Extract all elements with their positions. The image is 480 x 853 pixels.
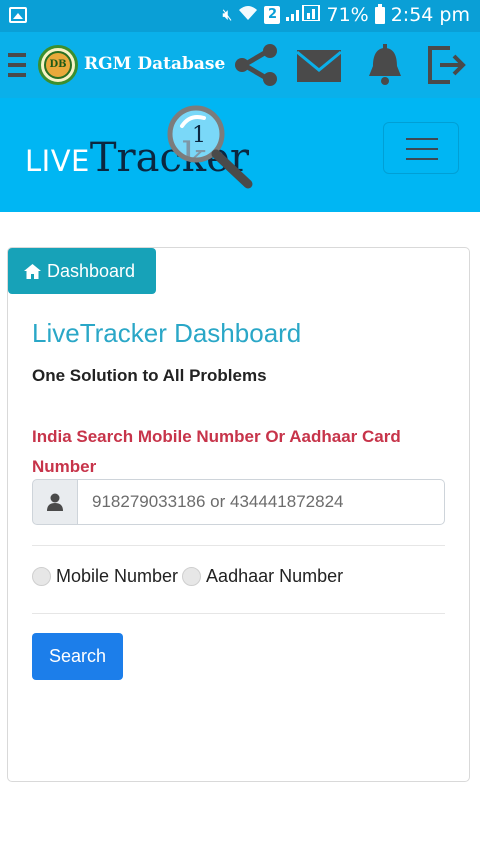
- mail-icon[interactable]: [295, 44, 343, 86]
- sim-indicator: 2: [264, 6, 281, 24]
- search-input[interactable]: [78, 479, 445, 525]
- page-title: LiveTracker Dashboard: [32, 318, 302, 348]
- logo-text: DB: [44, 51, 72, 79]
- app-bar: DB RGM Database: [0, 32, 480, 98]
- exit-icon[interactable]: [426, 44, 468, 86]
- battery-icon: [374, 3, 385, 24]
- clock: 2:54 pm: [390, 4, 470, 26]
- radio-aadhaar-number[interactable]: [182, 567, 202, 586]
- dashboard-tab[interactable]: Dashboard: [8, 248, 156, 294]
- divider: [32, 613, 445, 614]
- dashboard-tab-label: Dashboard: [47, 260, 136, 281]
- user-icon: [32, 479, 78, 525]
- navbar-toggle-button[interactable]: [383, 122, 459, 174]
- app-logo: DB: [38, 45, 78, 85]
- radio-mobile-number[interactable]: [32, 567, 51, 586]
- radio-label-aadhaar: Aadhaar Number: [206, 566, 344, 586]
- share-icon[interactable]: [232, 44, 280, 86]
- wifi-icon: [238, 5, 258, 25]
- home-icon: [24, 263, 41, 279]
- status-icons: 🔇︎ 2 71% 2:54 pm: [222, 3, 470, 26]
- radio-label-mobile: Mobile Number: [56, 566, 179, 586]
- image-icon: [9, 7, 27, 23]
- battery-percent: 71%: [326, 4, 369, 26]
- search-input-group: [32, 479, 445, 525]
- svg-text:1: 1: [192, 123, 206, 148]
- signal-icon: [286, 4, 321, 25]
- app-title: RGM Database: [84, 54, 226, 74]
- brand-live: LIVE: [25, 144, 90, 178]
- mute-icon: 🔇︎: [222, 5, 233, 24]
- page-subtitle: One Solution to All Problems: [32, 366, 267, 385]
- search-button[interactable]: Search: [32, 633, 123, 680]
- search-type-options: Mobile Number Aadhaar Number: [32, 566, 347, 587]
- magnifier-icon: 1: [167, 105, 253, 189]
- bell-icon[interactable]: [365, 44, 405, 86]
- search-label: India Search Mobile Number Or Aadhaar Ca…: [32, 427, 401, 476]
- divider: [32, 545, 445, 546]
- menu-icon[interactable]: [8, 53, 26, 77]
- status-bar: 🔇︎ 2 71% 2:54 pm: [0, 0, 480, 32]
